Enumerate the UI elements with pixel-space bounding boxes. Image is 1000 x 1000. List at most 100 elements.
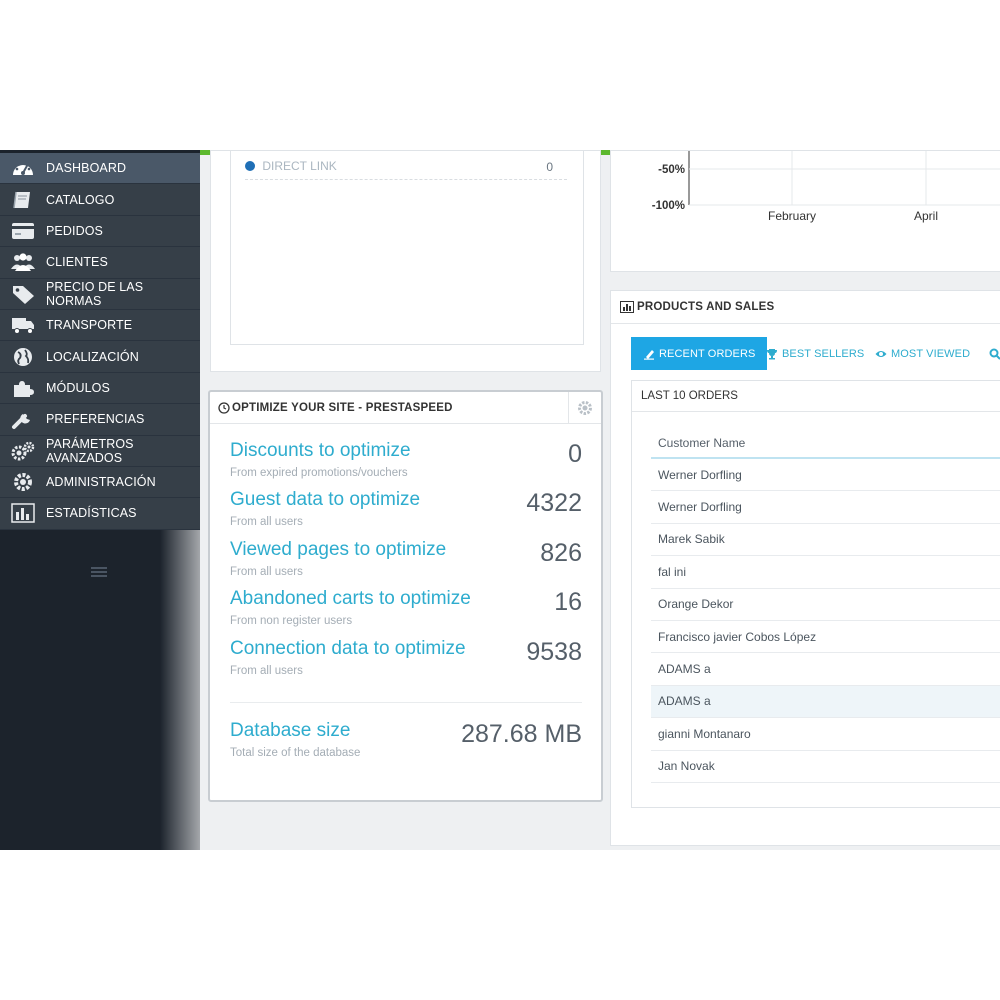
last-orders-box: LAST 10 ORDERS Customer Name Werner Dorf… — [631, 380, 1000, 808]
gear-icon — [10, 471, 36, 493]
optimize-row-title[interactable]: Viewed pages to optimize — [230, 539, 446, 561]
orders-table: Customer Name Werner Dorfling Werner Dor… — [651, 429, 1000, 783]
last-orders-title: LAST 10 ORDERS — [632, 381, 1000, 412]
legend-dot — [245, 161, 255, 171]
sidebar-item-label: ADMINISTRACIÓN — [46, 475, 156, 490]
optimize-row-subtitle: From non register users — [230, 615, 353, 627]
tab-search[interactable] — [989, 337, 1000, 370]
table-row[interactable]: Orange Dekor — [651, 589, 1000, 621]
credit-card-icon — [10, 220, 36, 242]
gears-icon — [10, 440, 36, 462]
tab-label: RECENT ORDERS — [659, 347, 756, 360]
panel-settings-button[interactable] — [568, 392, 601, 423]
sidebar-item-localization[interactable]: LOCALIZACIÓN — [0, 341, 200, 373]
sidebar-item-statistics[interactable]: ESTADÍSTICAS — [0, 498, 200, 530]
optimize-row-subtitle: From expired promotions/vouchers — [230, 467, 408, 479]
dashboard-icon — [10, 157, 36, 179]
optimize-row-value: 16 — [554, 588, 582, 616]
table-row[interactable]: Francisco javier Cobos López — [651, 621, 1000, 654]
sidebar-item-preferences[interactable]: PREFERENCIAS — [0, 404, 200, 436]
sidebar: DASHBOARD CATALOGO PEDIDOS CLIENTES PREC… — [0, 150, 200, 850]
column-header-customer[interactable]: Customer Name — [651, 429, 1000, 459]
optimize-row-subtitle: From all users — [230, 516, 303, 528]
table-row[interactable]: Werner Dorfling — [651, 459, 1000, 492]
sidebar-item-label: TRANSPORTE — [46, 318, 133, 333]
optimize-row-subtitle: From all users — [230, 566, 303, 578]
direct-link-label: DIRECT LINK — [262, 159, 337, 173]
tab-label: BEST SELLERS — [782, 347, 865, 360]
search-icon — [989, 348, 1000, 360]
optimize-row-value: 0 — [568, 440, 582, 468]
products-sales-panel: PRODUCTS AND SALES RECENT ORDERS BEST SE… — [610, 290, 1000, 846]
optimize-row-value: 826 — [540, 539, 582, 567]
sidebar-item-label: DASHBOARD — [46, 161, 127, 176]
optimize-row-viewed-pages: Viewed pages to optimize From all users … — [230, 539, 582, 585]
pencil-icon — [644, 349, 654, 360]
bar-chart-icon — [620, 301, 634, 313]
gear-icon — [578, 400, 592, 415]
table-row[interactable]: gianni Montanaro — [651, 718, 1000, 751]
traffic-sources-panel: DIRECT LINK 0 — [210, 150, 601, 372]
optimize-row-abandoned-carts: Abandoned carts to optimize From non reg… — [230, 588, 582, 634]
direct-link-row: DIRECT LINK 0 — [245, 159, 567, 180]
optimize-row-connection-data: Connection data to optimize From all use… — [230, 638, 582, 684]
divider — [230, 702, 582, 703]
line-chart: -50% -100% February April — [652, 151, 1000, 223]
table-row[interactable]: fal ini — [651, 556, 1000, 589]
wrench-icon — [10, 408, 36, 430]
globe-icon — [10, 346, 36, 368]
table-row[interactable]: ADAMS a — [651, 653, 1000, 686]
optimize-panel-header: OPTIMIZE YOUR SITE - PRESTASPEED — [210, 392, 601, 424]
sidebar-item-label: PRECIO DE LAS NORMAS — [46, 279, 144, 308]
optimize-row-title[interactable]: Connection data to optimize — [230, 638, 466, 660]
sidebar-item-modules[interactable]: MÓDULOS — [0, 372, 200, 405]
optimize-row-value: 9538 — [526, 638, 582, 666]
table-row[interactable]: Marek Sabik — [651, 524, 1000, 557]
tab-best-sellers[interactable]: BEST SELLERS — [766, 337, 864, 370]
sidebar-item-administration[interactable]: ADMINISTRACIÓN — [0, 466, 200, 499]
bar-chart-icon — [10, 502, 36, 524]
tag-icon — [10, 283, 36, 305]
database-size-title: Database size — [230, 720, 351, 741]
table-row[interactable]: Jan Novak — [651, 751, 1000, 783]
sidebar-item-shipping[interactable]: TRANSPORTE — [0, 309, 200, 342]
sidebar-item-catalog[interactable]: CATALOGO — [0, 184, 200, 216]
optimize-panel-title: OPTIMIZE YOUR SITE - PRESTASPEED — [232, 401, 453, 414]
database-size-value: 287.68 MB — [461, 720, 582, 748]
sidebar-item-label: LOCALIZACIÓN — [46, 349, 139, 364]
optimize-row-title[interactable]: Abandoned carts to optimize — [230, 588, 471, 610]
sidebar-item-label: MÓDULOS — [46, 380, 110, 395]
sidebar-item-advanced-parameters[interactable]: PARÁMETROS AVANZADOS — [0, 435, 200, 467]
puzzle-icon — [10, 377, 36, 399]
x-tick-label: February — [768, 209, 816, 223]
chart-panel: -50% -100% February April — [610, 150, 1000, 272]
optimize-panel: OPTIMIZE YOUR SITE - PRESTASPEED Discoun… — [208, 390, 603, 802]
clock-icon — [218, 401, 230, 414]
table-row[interactable]: Werner Dorfling — [651, 491, 1000, 524]
sidebar-item-label: ESTADÍSTICAS — [46, 506, 137, 521]
sidebar-item-customers[interactable]: CLIENTES — [0, 247, 200, 279]
optimize-row-guest-data: Guest data to optimize From all users 43… — [230, 489, 582, 535]
sidebar-item-label: PEDIDOS — [46, 223, 103, 238]
tab-label: MOST VIEWED — [891, 347, 971, 360]
menu-toggle-icon[interactable] — [91, 566, 107, 578]
optimize-row-subtitle: From all users — [230, 665, 303, 677]
sidebar-item-dashboard[interactable]: DASHBOARD — [0, 153, 200, 185]
trophy-icon — [767, 348, 777, 359]
users-icon — [10, 251, 36, 273]
sidebar-item-orders[interactable]: PEDIDOS — [0, 215, 200, 248]
tab-most-viewed[interactable]: MOST VIEWED — [875, 337, 970, 370]
optimize-row-title[interactable]: Guest data to optimize — [230, 489, 420, 511]
database-size-row: Database size Total size of the database… — [230, 720, 582, 766]
optimize-row-discounts: Discounts to optimize From expired promo… — [230, 440, 582, 486]
tab-recent-orders[interactable]: RECENT ORDERS — [631, 337, 768, 370]
y-tick-label: -100% — [652, 200, 685, 212]
optimize-row-value: 4322 — [526, 489, 582, 517]
products-sales-header: PRODUCTS AND SALES — [611, 291, 1000, 324]
table-row[interactable]: ADAMS a — [651, 685, 1000, 719]
sidebar-menu: DASHBOARD CATALOGO PEDIDOS CLIENTES PREC… — [0, 153, 200, 530]
truck-icon — [10, 314, 36, 336]
traffic-sources-box: DIRECT LINK 0 — [230, 151, 584, 345]
optimize-row-title[interactable]: Discounts to optimize — [230, 440, 411, 462]
sidebar-item-price-rules[interactable]: PRECIO DE LAS NORMAS — [0, 278, 200, 310]
